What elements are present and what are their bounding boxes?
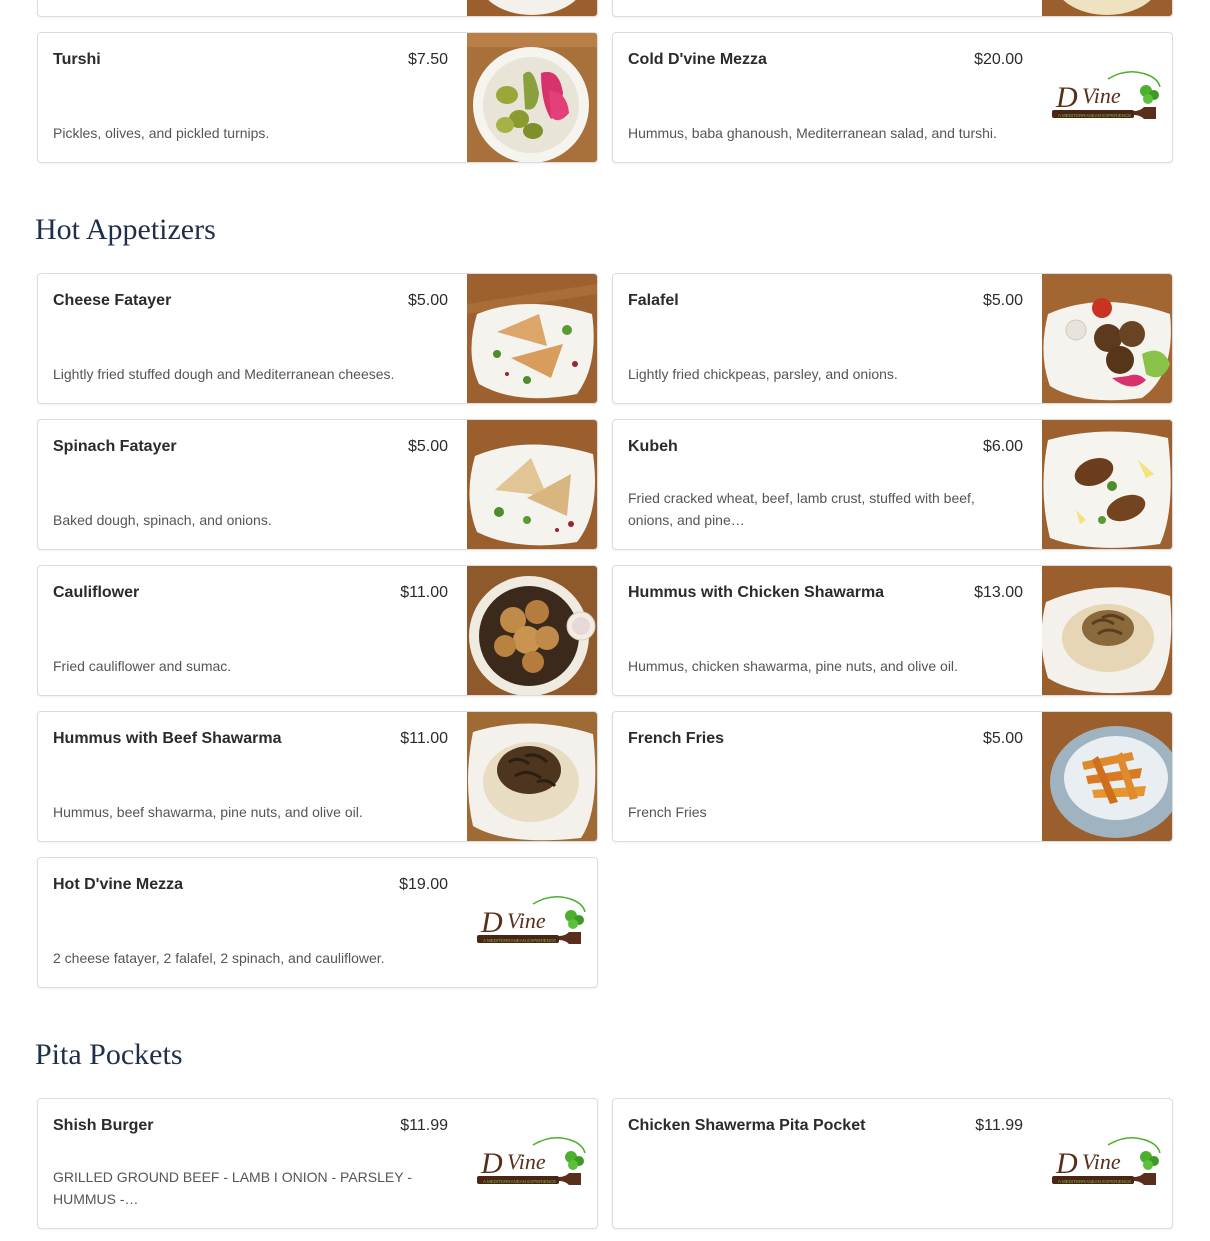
item-name: Cauliflower	[53, 584, 140, 601]
item-price: $13.00	[974, 584, 1023, 601]
item-name: Hot D'vine Mezza	[53, 876, 184, 893]
item-description: Hummus, beef shawarma, pine nuts, and ol…	[53, 804, 363, 820]
item-description: Baked dough, spinach, and onions.	[53, 512, 272, 528]
item-price: $11.99	[400, 1117, 448, 1134]
item-description: Hummus, chicken shawarma, pine nuts, and…	[628, 658, 958, 674]
menu-item-kubeh[interactable]: Kubeh $6.00 Fried cracked wheat, beef, l…	[612, 419, 1173, 550]
item-price: $6.00	[982, 438, 1023, 455]
item-name: Turshi	[53, 51, 101, 68]
item-price: $11.00	[400, 584, 448, 601]
item-price: $5.00	[407, 292, 448, 309]
french-fries-photo	[1042, 712, 1172, 841]
menu-item-turshi[interactable]: Turshi $7.50 Pickles, olives, and pickle…	[37, 32, 598, 163]
item-name: Spinach Fatayer	[53, 438, 177, 455]
item-description: 2 cheese fatayer, 2 falafel, 2 spinach, …	[53, 950, 385, 966]
menu-item-partial[interactable]	[37, 0, 598, 17]
menu-item-hummus-beef[interactable]: Hummus with Beef Shawarma $11.00 Hummus,…	[37, 711, 598, 842]
item-price: $5.00	[982, 292, 1023, 309]
dvine-logo	[1048, 1133, 1164, 1195]
item-name: Hummus with Beef Shawarma	[53, 730, 282, 747]
menu-item-hot-mezza[interactable]: Hot D'vine Mezza $19.00 2 cheese fatayer…	[37, 857, 598, 988]
hummus-beef-photo	[467, 712, 597, 841]
item-name: Cheese Fatayer	[53, 292, 172, 309]
item-price: $7.50	[407, 51, 448, 68]
turshi-photo	[467, 33, 597, 162]
item-name: Falafel	[628, 292, 679, 309]
menu-item-cheese-fatayer[interactable]: Cheese Fatayer $5.00 Lightly fried stuff…	[37, 273, 598, 404]
hummus-chicken-photo	[1042, 566, 1172, 695]
item-price: $5.00	[982, 730, 1023, 747]
item-price: $11.99	[975, 1117, 1023, 1134]
item-description: GRILLED GROUND BEEF - LAMB I ONION - PAR…	[53, 1169, 412, 1207]
dvine-logo	[473, 1133, 589, 1195]
spinach-fatayer-photo	[467, 420, 597, 549]
item-description: Lightly fried stuffed dough and Mediterr…	[53, 366, 395, 382]
item-description: Fried cauliflower and sumac.	[53, 658, 232, 674]
item-price: $5.00	[407, 438, 448, 455]
item-name: Cold D'vine Mezza	[628, 51, 767, 68]
section-title-hot-appetizers: Hot Appetizers	[35, 213, 216, 246]
menu-item-hummus-chicken[interactable]: Hummus with Chicken Shawarma $13.00 Humm…	[612, 565, 1173, 696]
falafel-photo	[1042, 274, 1172, 403]
item-name: Hummus with Chicken Shawarma	[628, 584, 885, 601]
menu-item-cold-mezza[interactable]: Cold D'vine Mezza $20.00 Hummus, baba gh…	[612, 32, 1173, 163]
menu-item-chicken-shawerma-pita[interactable]: Chicken Shawerma Pita Pocket $11.99	[612, 1098, 1173, 1229]
menu-item-shish-burger[interactable]: Shish Burger $11.99 GRILLED GROUND BEEF …	[37, 1098, 598, 1229]
item-name: French Fries	[628, 730, 725, 747]
menu-item-cauliflower[interactable]: Cauliflower $11.00 Fried cauliflower and…	[37, 565, 598, 696]
item-price: $19.00	[399, 876, 448, 893]
food-photo	[467, 0, 597, 16]
item-price: $11.00	[400, 730, 448, 747]
kubeh-photo	[1042, 420, 1172, 549]
item-description: French Fries	[628, 804, 707, 820]
menu-item-french-fries[interactable]: French Fries $5.00 French Fries	[612, 711, 1173, 842]
item-name: Chicken Shawerma Pita Pocket	[628, 1117, 866, 1134]
item-description: Hummus, baba ghanoush, Mediterranean sal…	[628, 125, 997, 141]
section-title-pita-pockets: Pita Pockets	[35, 1038, 183, 1071]
item-description: Lightly fried chickpeas, parsley, and on…	[628, 366, 898, 382]
dvine-logo	[1048, 67, 1164, 129]
menu-item-partial[interactable]	[612, 0, 1173, 17]
food-photo	[1042, 0, 1172, 16]
item-description: Pickles, olives, and pickled turnips.	[53, 125, 270, 141]
item-name: Shish Burger	[53, 1117, 154, 1134]
item-name: Kubeh	[628, 438, 678, 455]
item-price: $20.00	[974, 51, 1023, 68]
menu-item-falafel[interactable]: Falafel $5.00 Lightly fried chickpeas, p…	[612, 273, 1173, 404]
cauliflower-photo	[467, 566, 597, 695]
dvine-logo	[473, 892, 589, 954]
item-description: Fried cracked wheat, beef, lamb crust, s…	[628, 490, 975, 528]
menu-item-spinach-fatayer[interactable]: Spinach Fatayer $5.00 Baked dough, spina…	[37, 419, 598, 550]
cheese-fatayer-photo	[467, 274, 597, 403]
